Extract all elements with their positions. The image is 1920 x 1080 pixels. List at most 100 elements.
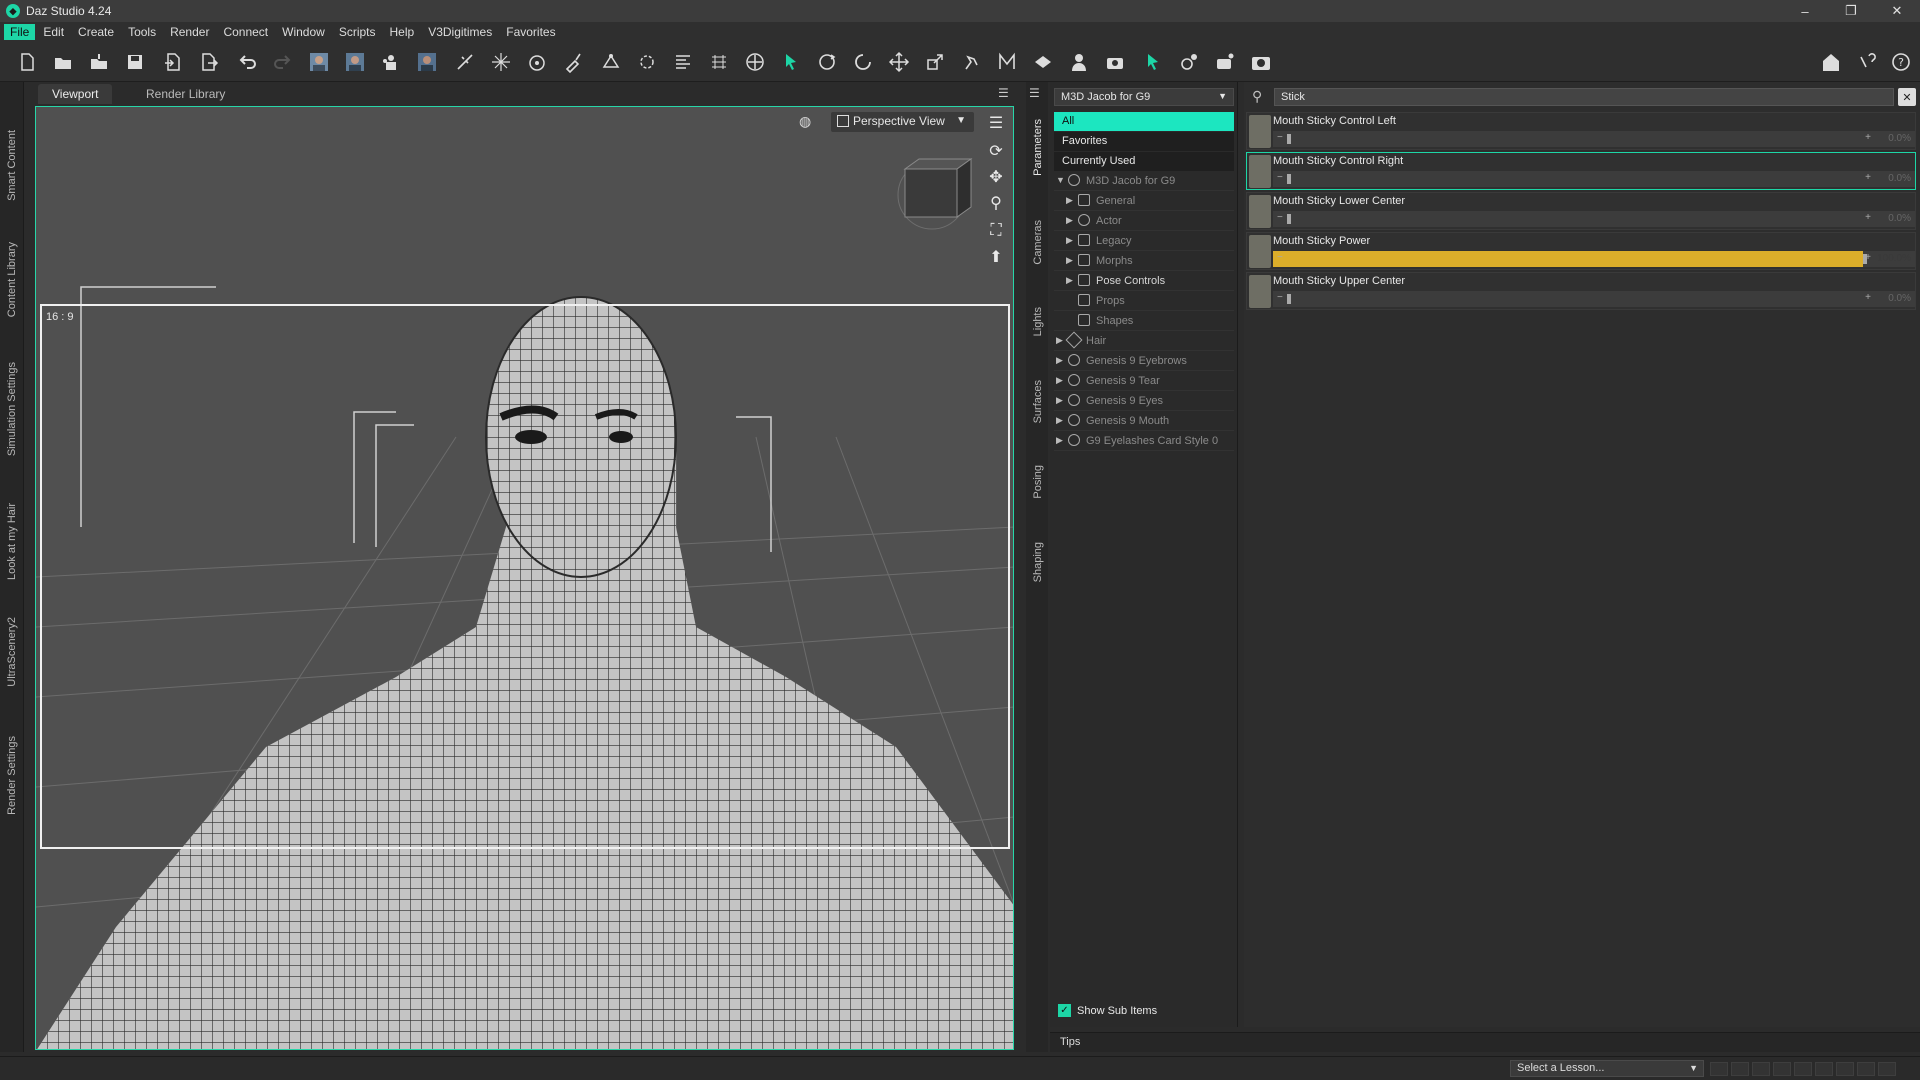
redo-icon[interactable]: [270, 50, 296, 74]
clear-search-icon[interactable]: ✕: [1898, 88, 1916, 106]
increment-icon[interactable]: +: [1865, 132, 1871, 143]
filter-favorites[interactable]: Favorites: [1054, 132, 1234, 151]
tab-look-at-my-hair[interactable]: Look at my Hair: [2, 492, 22, 592]
tab-surfaces[interactable]: Surfaces: [1028, 372, 1048, 432]
universal-tool-icon[interactable]: [742, 50, 768, 74]
decrement-icon[interactable]: −: [1277, 252, 1283, 263]
viewport-options-icon[interactable]: ☰: [984, 111, 1008, 135]
zoom-icon[interactable]: ⚲: [984, 191, 1008, 215]
translate-icon[interactable]: [886, 50, 912, 74]
slider-handle[interactable]: [1287, 174, 1291, 184]
save-icon[interactable]: [122, 50, 148, 74]
menu-window[interactable]: Window: [276, 24, 331, 40]
menu-render[interactable]: Render: [164, 24, 215, 40]
tab-parameters[interactable]: Parameters: [1028, 112, 1048, 182]
twist-icon[interactable]: [850, 50, 876, 74]
lesson-step-button[interactable]: [1752, 1062, 1770, 1076]
minimize-button[interactable]: –: [1782, 0, 1828, 22]
node-selection-icon[interactable]: [778, 50, 804, 74]
increment-icon[interactable]: +: [1865, 252, 1871, 263]
tree-node[interactable]: ▶ Hair: [1054, 331, 1234, 351]
parameter-value[interactable]: 0.0%: [1888, 213, 1911, 224]
transform-icon[interactable]: [634, 50, 660, 74]
tab-lights[interactable]: Lights: [1028, 297, 1048, 347]
parameter-slider[interactable]: − +0.0%: [1273, 211, 1915, 227]
view-cube[interactable]: [897, 158, 973, 230]
tree-node[interactable]: Props: [1054, 292, 1234, 311]
menu-file[interactable]: File: [4, 24, 36, 40]
increment-icon[interactable]: +: [1865, 172, 1871, 183]
close-button[interactable]: ✕: [1874, 0, 1920, 22]
tab-smart-content[interactable]: Smart Content: [2, 117, 22, 213]
slider-handle[interactable]: [1287, 294, 1291, 304]
render-icon[interactable]: [1248, 50, 1274, 74]
align-icon[interactable]: [670, 50, 696, 74]
slider-handle[interactable]: [1287, 134, 1291, 144]
figure-portrait-icon[interactable]: [306, 50, 332, 74]
rotate-icon[interactable]: [814, 50, 840, 74]
menu-scripts[interactable]: Scripts: [333, 24, 382, 40]
tree-node[interactable]: Shapes: [1054, 312, 1234, 331]
pane-menu-icon[interactable]: ☰: [998, 86, 1009, 100]
tab-render-settings[interactable]: Render Settings: [2, 727, 22, 823]
spot-render-icon[interactable]: [488, 50, 514, 74]
maximize-button[interactable]: ❐: [1828, 0, 1874, 22]
tab-posing[interactable]: Posing: [1028, 457, 1048, 507]
figure-portrait-2-icon[interactable]: [342, 50, 368, 74]
tree-node[interactable]: ▶ Genesis 9 Mouth: [1054, 412, 1234, 431]
figure-select[interactable]: M3D Jacob for G9 ▼: [1054, 88, 1234, 106]
parameter-value[interactable]: 100.0%: [1877, 253, 1911, 264]
decrement-icon[interactable]: −: [1277, 132, 1283, 143]
menu-help[interactable]: Help: [384, 24, 421, 40]
increment-icon[interactable]: +: [1865, 212, 1871, 223]
tab-shaping[interactable]: Shaping: [1028, 532, 1048, 592]
tree-root-figure[interactable]: ▼ M3D Jacob for G9: [1054, 172, 1234, 191]
open-icon[interactable]: [50, 50, 76, 74]
tab-render-library[interactable]: Render Library: [132, 84, 239, 104]
camera-tool-icon[interactable]: [1102, 50, 1128, 74]
draw-style-icon[interactable]: ◍: [799, 113, 811, 130]
parameter-row[interactable]: Mouth Sticky Control Left − +0.0%: [1246, 112, 1916, 150]
daz-home-icon[interactable]: [1818, 50, 1844, 74]
tree-node[interactable]: ▶ Genesis 9 Eyebrows: [1054, 352, 1234, 371]
brush-icon[interactable]: [560, 50, 586, 74]
geometry-editor-icon[interactable]: [598, 50, 624, 74]
new-scene-icon[interactable]: [14, 50, 40, 74]
tree-node[interactable]: ▶ Genesis 9 Eyes: [1054, 392, 1234, 411]
dforce-icon[interactable]: [1140, 50, 1166, 74]
parameter-value[interactable]: 0.0%: [1888, 133, 1911, 144]
tab-content-library[interactable]: Content Library: [2, 232, 22, 328]
active-pose-icon[interactable]: [958, 50, 984, 74]
tree-node[interactable]: ▶ Pose Controls: [1054, 272, 1234, 291]
help-icon[interactable]: ?: [1888, 50, 1914, 74]
joint-editor-icon[interactable]: [452, 50, 478, 74]
lesson-step-button[interactable]: [1731, 1062, 1749, 1076]
slider-handle[interactable]: [1287, 214, 1291, 224]
camera-select[interactable]: Perspective View ▼: [831, 112, 974, 132]
reset-view-icon[interactable]: ⬆: [984, 245, 1008, 269]
merge-icon[interactable]: [86, 50, 112, 74]
morph-brush-icon[interactable]: [994, 50, 1020, 74]
whats-this-icon[interactable]: [1854, 50, 1880, 74]
pane-menu-icon-2[interactable]: ☰: [1029, 86, 1040, 100]
decrement-icon[interactable]: −: [1277, 172, 1283, 183]
decrement-icon[interactable]: −: [1277, 212, 1283, 223]
lesson-step-button[interactable]: [1857, 1062, 1875, 1076]
node-weight-icon[interactable]: [524, 50, 550, 74]
menu-create[interactable]: Create: [72, 24, 120, 40]
tab-cameras[interactable]: Cameras: [1028, 212, 1048, 272]
lesson-step-button[interactable]: [1878, 1062, 1896, 1076]
lesson-step-button[interactable]: [1773, 1062, 1791, 1076]
filter-currently-used[interactable]: Currently Used: [1054, 152, 1234, 171]
parameter-row[interactable]: Mouth Sticky Lower Center − +0.0%: [1246, 192, 1916, 230]
tab-simulation-settings[interactable]: Simulation Settings: [2, 344, 22, 474]
parameter-value[interactable]: 0.0%: [1888, 293, 1911, 304]
filter-all[interactable]: All: [1054, 112, 1234, 131]
export-icon[interactable]: [196, 50, 222, 74]
parameter-value[interactable]: 0.0%: [1888, 173, 1911, 184]
decrement-icon[interactable]: −: [1277, 292, 1283, 303]
menu-edit[interactable]: Edit: [37, 24, 70, 40]
menu-connect[interactable]: Connect: [217, 24, 274, 40]
lesson-step-button[interactable]: [1794, 1062, 1812, 1076]
show-sub-items-checkbox[interactable]: ✓ Show Sub Items: [1058, 1004, 1157, 1017]
